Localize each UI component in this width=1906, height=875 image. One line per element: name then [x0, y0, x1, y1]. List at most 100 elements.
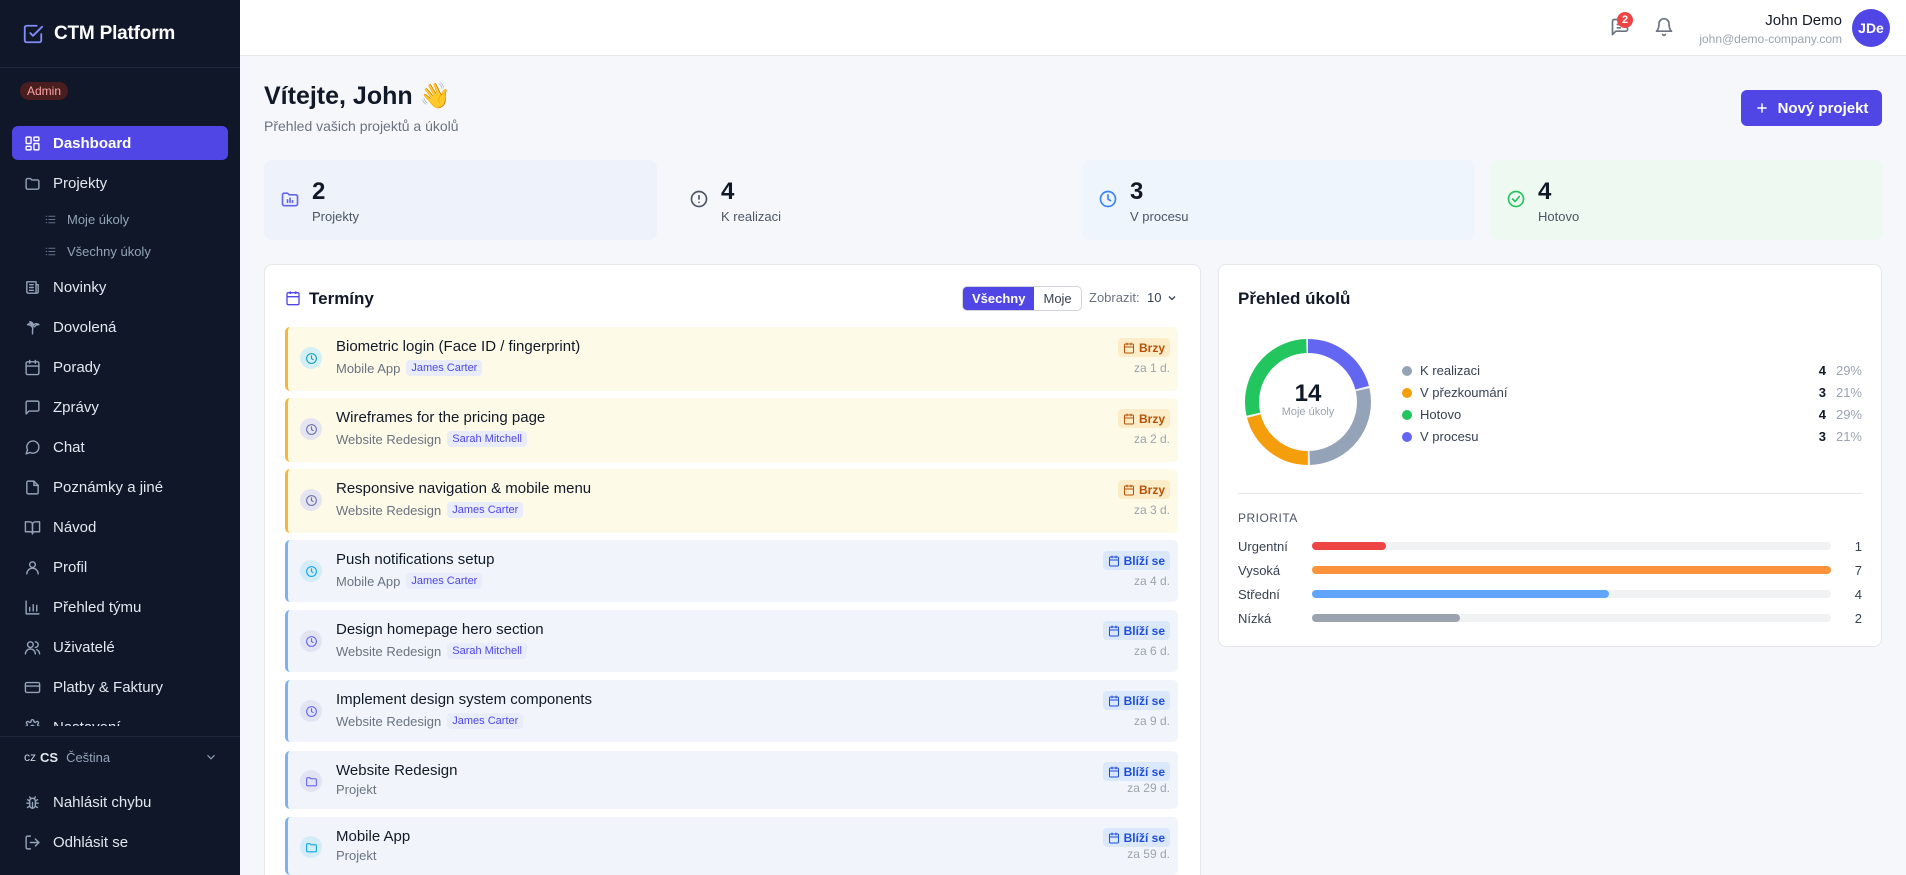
sidebar-item-label: Chat: [53, 438, 85, 456]
legend-percent: 21%: [1835, 429, 1862, 444]
deadline-item[interactable]: Push notifications setup Mobile App James …: [285, 540, 1178, 602]
clock-icon: [305, 635, 317, 647]
sidebar-item-label: Dashboard: [53, 134, 132, 152]
sidebar-item-profil[interactable]: Profil: [12, 550, 228, 584]
deadline-title: Responsive navigation & mobile menu: [336, 480, 592, 497]
brand[interactable]: CTM Platform: [0, 0, 240, 68]
sidebar-item-label: Novinky: [53, 278, 107, 296]
deadline-meta: Mobile App James Carter: [336, 573, 483, 589]
stat-label: K realizaci: [721, 209, 781, 224]
sidebar-item-poznámky-a-jiné[interactable]: Poznámky a jiné: [12, 470, 228, 504]
deadline-item[interactable]: Wireframes for the pricing page Website R…: [285, 398, 1178, 462]
sidebar-item-label: Návod: [53, 518, 97, 536]
deadline-tag-label: Blíží se: [1123, 623, 1165, 638]
deadline-due: za 2 d.: [1133, 432, 1170, 446]
new-project-button[interactable]: Nový projekt: [1741, 90, 1882, 126]
sidebar-item-přehled-týmu[interactable]: Přehled týmu: [12, 590, 228, 624]
book-icon: [24, 520, 41, 535]
show-count-select[interactable]: 10: [1147, 290, 1178, 305]
deadline-project: Projekt: [336, 848, 377, 863]
language-select[interactable]: cz CS Čeština: [0, 737, 240, 777]
folder-icon: [25, 177, 40, 190]
stat-card-3[interactable]: 4 Hotovo: [1490, 160, 1883, 240]
priority-row: Střední 4: [1238, 586, 1862, 602]
deadline-project: Website Redesign: [336, 713, 442, 729]
deadline-tag-label: Blíží se: [1123, 830, 1165, 845]
filter-mine-button[interactable]: Moje: [1034, 287, 1080, 310]
deadline-item[interactable]: Mobile App Projekt Blíží se za 59 d.: [285, 817, 1178, 875]
priority-bar-track: [1312, 566, 1831, 574]
report-bug-button[interactable]: Nahlásit chybu: [0, 782, 240, 822]
report-bug-label: Nahlásit chybu: [53, 793, 152, 811]
deadline-item[interactable]: Responsive navigation & mobile menu Websi…: [285, 469, 1178, 533]
priority-count: 2: [1854, 611, 1862, 626]
deadline-tag: Blíží se: [1102, 828, 1170, 847]
donut-total: 14: [1294, 380, 1322, 407]
sidebar-bottom: cz CS Čeština Nahlásit chybu Odhlásit se: [0, 736, 240, 875]
stat-label: Hotovo: [1538, 209, 1580, 224]
sidebar-item-uživatelé[interactable]: Uživatelé: [12, 630, 228, 664]
sidebar-item-nastavení[interactable]: Nastavení: [12, 710, 228, 726]
sidebar-item-dashboard[interactable]: Dashboard: [12, 126, 228, 160]
bell-icon[interactable]: [1654, 17, 1674, 37]
logout-button[interactable]: Odhlásit se: [0, 822, 240, 862]
sidebar-item-label: Projekty: [53, 174, 108, 192]
sidebar-item-projekty[interactable]: Projekty: [12, 166, 228, 200]
deadline-item[interactable]: Design homepage hero section Website Rede…: [285, 610, 1178, 672]
task-status-icon: [300, 700, 322, 722]
sidebar-item-label: Platby & Faktury: [53, 678, 164, 696]
task-status-icon: [300, 489, 322, 511]
deadline-title: Push notifications setup: [336, 551, 495, 568]
logout-icon: [25, 834, 40, 850]
new-project-label: Nový projekt: [1777, 99, 1869, 117]
sidebar-item-všechny-úkoly[interactable]: Všechny úkoly: [12, 238, 228, 264]
deadline-project: Mobile App: [336, 360, 401, 376]
newspaper-icon: [26, 280, 39, 294]
sidebar-item-návod[interactable]: Návod: [12, 510, 228, 544]
filter-all-button[interactable]: Všechny: [963, 287, 1035, 310]
deadline-tag: Blíží se: [1102, 551, 1170, 570]
stat-card-1[interactable]: 4 K realizaci: [673, 160, 1066, 240]
clock-icon: [1099, 190, 1117, 208]
user-name: John Demo: [1765, 12, 1842, 29]
priority-count: 4: [1854, 587, 1862, 602]
sidebar-item-novinky[interactable]: Novinky: [12, 270, 228, 304]
messages-badge: 2: [1617, 12, 1633, 28]
topbar: 2 John Demo john@demo-company.com JDe: [240, 0, 1906, 56]
flag-icon: cz: [24, 750, 36, 764]
stat-card-0[interactable]: 2 Projekty: [264, 160, 657, 240]
dashboard-icon: [25, 135, 40, 151]
deadline-item[interactable]: Website Redesign Projekt Blíží se za 29 d.: [285, 751, 1178, 809]
sidebar-item-platby-faktury[interactable]: Platby & Faktury: [12, 670, 228, 704]
file-icon: [26, 479, 39, 495]
task-status-icon: [300, 630, 322, 652]
priority-label: Vysoká: [1238, 563, 1281, 578]
legend-dot: [1402, 410, 1412, 420]
avatar[interactable]: JDe: [1852, 9, 1890, 47]
priority-bar-track: [1312, 542, 1831, 550]
legend-count: 3: [1818, 385, 1826, 400]
stat-label: V procesu: [1130, 209, 1189, 224]
priority-row: Urgentní 1: [1238, 538, 1862, 554]
sidebar-item-label: Přehled týmu: [53, 598, 142, 616]
user-info[interactable]: John Demo john@demo-company.com: [1699, 12, 1842, 46]
deadline-tag-label: Brzy: [1138, 411, 1165, 426]
language-name: Čeština: [66, 749, 111, 765]
legend-percent: 29%: [1835, 363, 1862, 378]
credit-card-icon: [24, 681, 41, 693]
folder-icon: [305, 842, 317, 852]
legend-label: Hotovo: [1420, 407, 1462, 422]
legend-count: 4: [1818, 407, 1826, 422]
deadline-item[interactable]: Implement design system components Websit…: [285, 680, 1178, 742]
sidebar-item-porady[interactable]: Porady: [12, 350, 228, 384]
sidebar-item-dovolená[interactable]: Dovolená: [12, 310, 228, 344]
deadline-item[interactable]: Biometric login (Face ID / fingerprint) M…: [285, 327, 1178, 391]
deadline-title: Implement design system components: [336, 691, 592, 708]
show-count-value: 10: [1147, 290, 1162, 305]
sidebar-item-moje-úkoly[interactable]: Moje úkoly: [12, 206, 228, 232]
folder-chart-icon: [281, 192, 299, 207]
sidebar-item-chat[interactable]: Chat: [12, 430, 228, 464]
sidebar-item-zprávy[interactable]: Zprávy: [12, 390, 228, 424]
alert-circle-icon: [690, 190, 708, 208]
stat-card-2[interactable]: 3 V procesu: [1082, 160, 1475, 240]
